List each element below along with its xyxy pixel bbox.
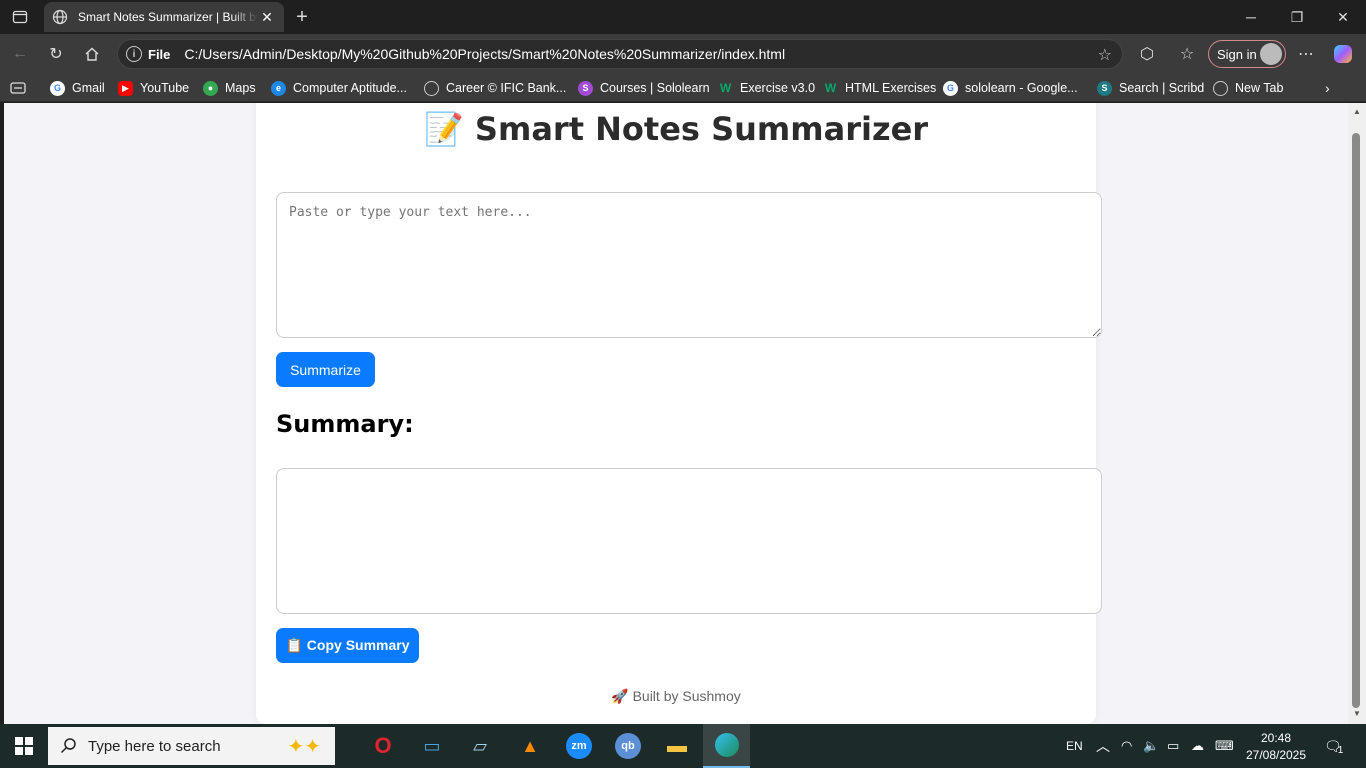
language-indicator[interactable]: EN	[1066, 724, 1083, 768]
network-icon[interactable]: ◠	[1121, 724, 1132, 768]
browser-toolbar: ← ↻ i File C:/Users/Admin/Desktop/My%20G…	[0, 34, 1366, 74]
browser-title-bar: Smart Notes Summarizer | Built by Sushmo…	[0, 0, 1366, 34]
volume-icon[interactable]: 🔈	[1143, 724, 1159, 768]
taskbar-clock[interactable]: 20:48 27/08/2025	[1244, 730, 1308, 764]
vlc-icon[interactable]: ▲	[512, 730, 548, 762]
scroll-down-icon[interactable]: ▼	[1352, 709, 1362, 718]
notes-app-icon[interactable]: ▱	[462, 730, 498, 762]
address-scheme: File	[148, 46, 171, 62]
reading-list-icon[interactable]	[10, 79, 26, 97]
tab-title: Smart Notes Summarizer | Built by Sushmo…	[78, 10, 258, 24]
close-window-icon[interactable]: ✕	[1320, 0, 1366, 34]
address-url[interactable]: C:/Users/Admin/Desktop/My%20Github%20Pro…	[184, 46, 785, 62]
w3schools-icon: W	[719, 81, 732, 95]
more-menu-icon[interactable]: ⋯	[1294, 42, 1318, 66]
bookmark-html-exercises[interactable]: W HTML Exercises	[823, 79, 936, 97]
bookmark-sololearn-courses[interactable]: S Courses | Sololearn	[578, 79, 710, 97]
footer-credit: 🚀 Built by Sushmoy	[611, 688, 741, 704]
sololearn-icon: S	[578, 80, 593, 96]
bookmark-new-tab[interactable]: New Tab	[1213, 79, 1283, 97]
page-scrollbar[interactable]: ▲ ▼	[1348, 103, 1366, 724]
sign-in-label: Sign in	[1217, 46, 1257, 62]
notes-input[interactable]	[276, 192, 1102, 338]
qbittorrent-icon[interactable]: qb	[610, 730, 646, 762]
globe-icon	[424, 80, 439, 96]
computer-icon[interactable]: ▭	[414, 730, 450, 762]
bookmarks-overflow-chevron-icon[interactable]: ›	[1325, 79, 1330, 97]
avatar	[1260, 43, 1282, 65]
taskbar-search-placeholder: Type here to search	[88, 737, 221, 755]
bookmark-exercise[interactable]: W Exercise v3.0	[718, 79, 815, 97]
site-info-icon[interactable]: i	[126, 46, 142, 62]
scrollbar-thumb[interactable]	[1352, 133, 1360, 708]
scribd-icon: S	[1097, 80, 1112, 96]
tab-actions-icon[interactable]	[10, 7, 30, 27]
bookmark-computer-aptitude[interactable]: e Computer Aptitude...	[271, 79, 407, 97]
summary-output[interactable]	[276, 468, 1102, 614]
bookmarks-bar: G Gmail ▶ YouTube ● Maps e Computer Aptitude…	[0, 74, 1366, 102]
new-tab-button[interactable]: +	[290, 5, 314, 29]
bookmark-sololearn-google[interactable]: Gsololearn - Google...	[943, 79, 1078, 97]
search-icon	[60, 738, 76, 754]
edge-icon: e	[271, 80, 286, 96]
zoom-app-icon[interactable]: zm	[561, 730, 597, 762]
edge-taskbar-icon[interactable]	[703, 724, 750, 768]
summary-heading: Summary:	[276, 410, 414, 438]
close-tab-icon[interactable]: ✕	[258, 8, 276, 26]
globe-icon	[1213, 80, 1228, 96]
clock-time: 20:48	[1260, 731, 1292, 745]
google-icon: G	[50, 80, 65, 96]
scroll-up-icon[interactable]: ▲	[1352, 107, 1362, 116]
google-icon: G	[943, 80, 958, 96]
tray-chevron-icon[interactable]: ︿	[1096, 724, 1110, 768]
address-bar[interactable]: i File C:/Users/Admin/Desktop/My%20Githu…	[117, 39, 1123, 69]
page-title: 📝 Smart Notes Summarizer	[423, 110, 929, 148]
file-explorer-icon[interactable]: ▬	[659, 730, 695, 762]
sign-in-button[interactable]: Sign in	[1208, 40, 1286, 68]
start-button[interactable]	[0, 724, 48, 768]
app-container: 📝 Smart Notes Summarizer Summarize Summa…	[256, 103, 1102, 724]
minimize-icon[interactable]: ─	[1228, 0, 1274, 34]
favorite-star-icon[interactable]: ☆	[1098, 45, 1112, 65]
favorites-icon[interactable]: ☆	[1175, 42, 1199, 66]
home-icon[interactable]	[80, 42, 104, 66]
bookmark-scribd[interactable]: S Search | Scribd	[1097, 79, 1204, 97]
taskbar-search[interactable]: Type here to search ✦✦	[48, 727, 335, 765]
bookmark-gmail[interactable]: G Gmail	[50, 79, 105, 97]
copilot-sparkle-icon: ✦✦	[287, 736, 321, 758]
windows-taskbar: Type here to search ✦✦ O ▭ ▱ ▲ zm qb ▬ E…	[0, 724, 1366, 768]
keyboard-icon[interactable]: ⌨	[1215, 724, 1234, 768]
bookmark-career-ific[interactable]: Career © IFIC Bank...	[424, 79, 566, 97]
clock-date: 27/08/2025	[1245, 748, 1307, 762]
copilot-icon[interactable]	[1331, 42, 1355, 66]
globe-icon	[52, 8, 70, 26]
maps-icon: ●	[203, 80, 218, 96]
bookmark-maps[interactable]: ● Maps	[203, 79, 256, 97]
w3schools-icon: W	[824, 81, 837, 95]
extensions-icon[interactable]: ⬡	[1135, 42, 1159, 66]
notification-count: 1	[1337, 744, 1344, 756]
bookmark-youtube[interactable]: ▶ YouTube	[118, 79, 189, 97]
browser-tab[interactable]: Smart Notes Summarizer | Built by Sushmo…	[44, 2, 284, 32]
notification-icon[interactable]: 🗨 1	[1324, 724, 1343, 768]
battery-icon[interactable]: ▭	[1167, 724, 1179, 768]
page-viewport: 📝 Smart Notes Summarizer Summarize Summa…	[4, 103, 1348, 724]
opera-icon[interactable]: O	[365, 730, 401, 762]
restore-icon[interactable]: ❐	[1274, 0, 1320, 34]
copy-summary-button[interactable]: 📋 Copy Summary	[276, 628, 419, 663]
windows-icon	[15, 737, 33, 755]
summarize-button[interactable]: Summarize	[276, 352, 375, 387]
youtube-icon: ▶	[118, 80, 133, 96]
onedrive-icon[interactable]: ☁	[1191, 724, 1204, 768]
back-icon[interactable]: ←	[8, 42, 32, 66]
refresh-icon[interactable]: ↻	[44, 42, 68, 66]
